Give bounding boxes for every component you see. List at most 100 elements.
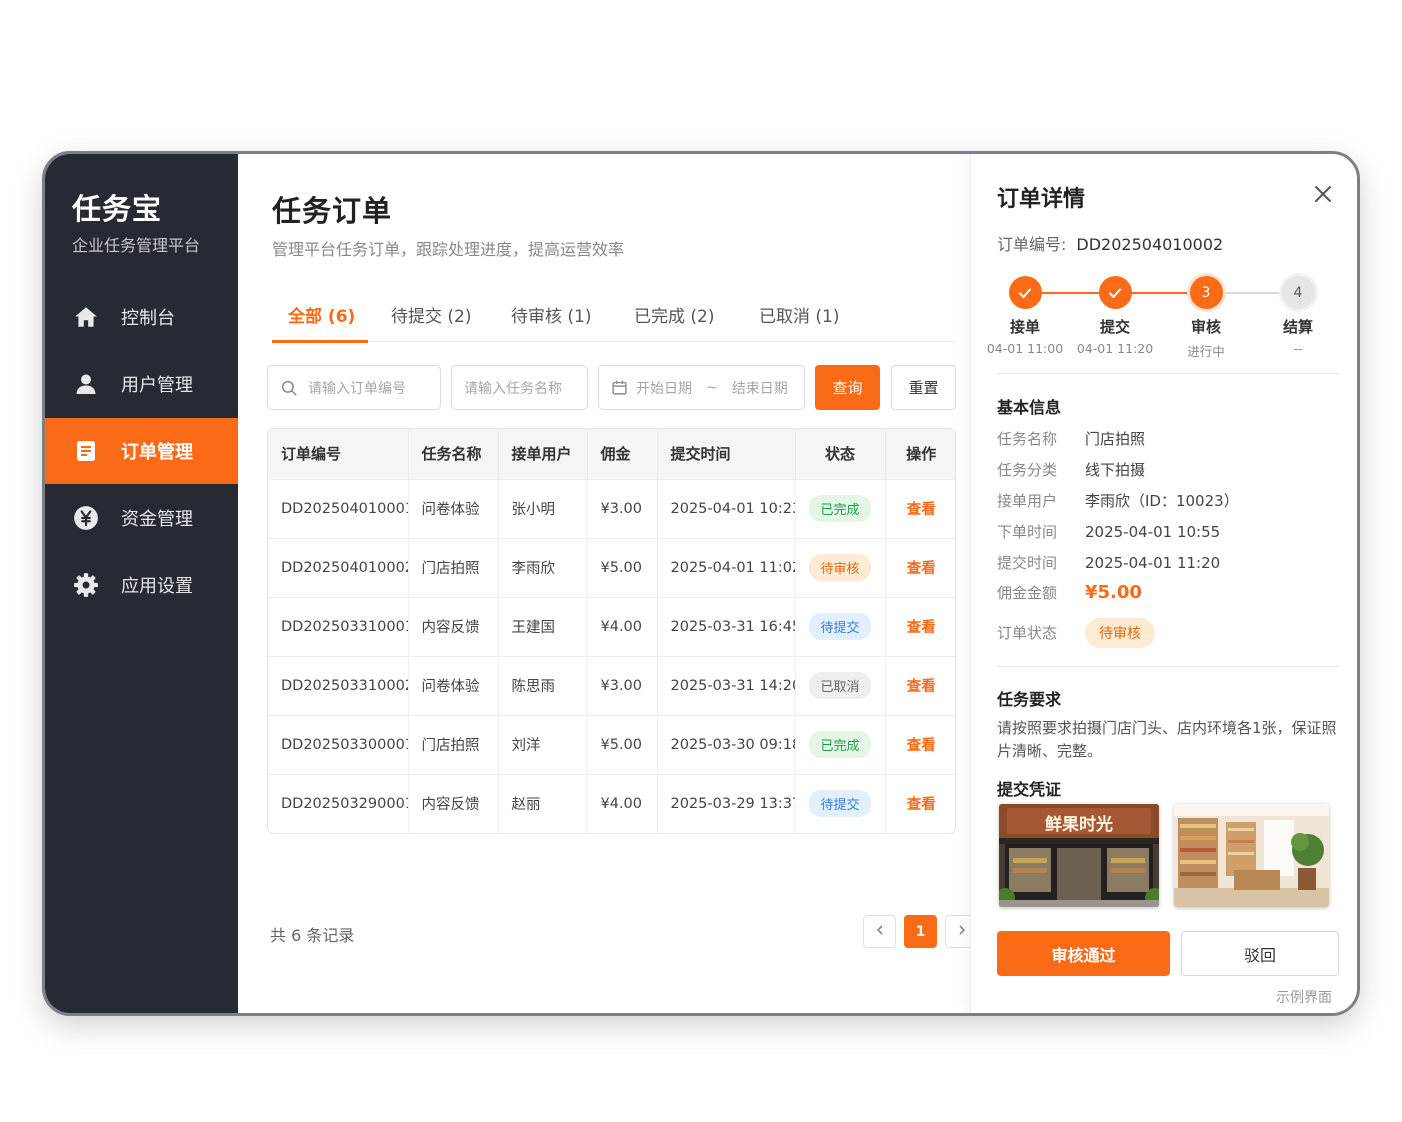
tab-pending-submit[interactable]: 待提交 (2) xyxy=(391,302,471,327)
info-submit-time: 提交时间 2025-04-01 11:20 xyxy=(997,552,1220,573)
submit-time-cell: 2025-04-01 11:02 xyxy=(657,537,796,597)
status-badge: 待审核 xyxy=(809,554,871,581)
info-commission: 佣金金额 ¥5.00 xyxy=(997,582,1142,603)
sidebar-item-settings[interactable]: 应用设置 xyxy=(45,552,238,618)
sidebar-item-finance[interactable]: 资金管理 xyxy=(45,485,238,551)
info-order-status: 订单状态 待审核 xyxy=(997,618,1155,648)
action-cell: 查看 xyxy=(885,714,955,774)
requirements-text: 请按照要求拍摄门店门头、店内环境各1张，保证照片清晰、完整。 xyxy=(997,719,1337,760)
status-cell: 已完成 xyxy=(795,478,886,538)
column-header: 状态 xyxy=(795,429,886,479)
task-name-cell: 问卷体验 xyxy=(408,655,499,715)
step-time: 04-01 11:00 xyxy=(986,341,1064,356)
view-link[interactable]: 查看 xyxy=(907,561,936,577)
status-badge: 待提交 xyxy=(809,613,871,640)
reset-button[interactable]: 重置 xyxy=(891,365,956,410)
task-name-cell: 内容反馈 xyxy=(408,773,499,833)
info-order-time: 下单时间 2025-04-01 10:55 xyxy=(997,521,1220,542)
task-name-cell: 问卷体验 xyxy=(408,478,499,538)
commission-cell: ¥4.00 xyxy=(587,773,658,833)
view-link[interactable]: 查看 xyxy=(907,679,936,695)
sidebar: 任务宝 企业任务管理平台 控制台 用户管理 订单管理 资金管理 应用设置 xyxy=(45,154,238,1013)
detail-title: 订单详情 xyxy=(997,187,1086,212)
end-date-placeholder: 结束日期 xyxy=(731,380,788,397)
approve-button[interactable]: 审核通过 xyxy=(997,931,1170,976)
order-number-label: 订单编号: xyxy=(997,235,1067,254)
interior-photo[interactable] xyxy=(1174,804,1329,907)
gear-icon xyxy=(73,572,99,598)
action-cell: 查看 xyxy=(885,596,955,656)
progress-steps: 接单 04-01 11:00 提交 04-01 11:20 3 审核 进行中 4… xyxy=(987,276,1327,371)
storefront-photo[interactable]: 鲜果时光 xyxy=(999,804,1159,907)
column-header: 订单编号 xyxy=(268,429,409,479)
info-key: 任务分类 xyxy=(997,461,1058,479)
close-icon[interactable] xyxy=(1311,182,1335,206)
user-cell: 张小明 xyxy=(498,478,588,538)
prev-page-button[interactable] xyxy=(863,915,896,948)
reject-button[interactable]: 驳回 xyxy=(1181,931,1339,976)
info-user: 接单用户 李雨欣（ID：10023） xyxy=(997,490,1239,511)
total-records: 共 6 条记录 xyxy=(270,926,355,945)
status-tabs: 全部 (6) 待提交 (2) 待审核 (1) 已完成 (2) 已取消 (1) xyxy=(272,290,956,343)
step-time: 进行中 xyxy=(1187,344,1225,359)
commission-cell: ¥3.00 xyxy=(587,478,658,538)
column-header: 接单用户 xyxy=(498,429,588,479)
info-key: 订单状态 xyxy=(997,624,1058,642)
sidebar-item-label: 用户管理 xyxy=(121,375,193,396)
home-icon xyxy=(73,304,99,330)
query-button[interactable]: 查询 xyxy=(815,365,880,410)
sidebar-item-users[interactable]: 用户管理 xyxy=(45,351,238,417)
sidebar-item-label: 应用设置 xyxy=(121,576,193,597)
action-cell: 查看 xyxy=(885,655,955,715)
table-row: DD202504010002 门店拍照 李雨欣 ¥5.00 2025-04-01 11:… xyxy=(268,537,955,597)
order-detail-panel: 订单详情 订单编号: DD202504010002 接单 04-01 11:00 xyxy=(970,154,1357,1013)
submit-time-cell: 2025-03-31 16:45 xyxy=(657,596,796,656)
commission-cell: ¥4.00 xyxy=(587,596,658,656)
sidebar-item-orders[interactable]: 订单管理 xyxy=(45,418,238,484)
tab-all[interactable]: 全部 (6) xyxy=(288,302,355,327)
tab-pending-review[interactable]: 待审核 (1) xyxy=(511,302,591,327)
date-range-picker[interactable]: 开始日期 ~ 结束日期 xyxy=(598,365,805,410)
order-id-cell: DD202503300001 xyxy=(268,714,409,774)
column-header: 操作 xyxy=(885,429,955,479)
order-number-input[interactable]: 请输入订单编号 xyxy=(267,365,441,410)
commission-cell: ¥3.00 xyxy=(587,655,658,715)
info-task-category: 任务分类 线下拍摄 xyxy=(997,459,1145,480)
page-1-button[interactable]: 1 xyxy=(904,915,937,948)
step-settle: 4 结算 -- xyxy=(1258,276,1338,356)
status-badge: 已完成 xyxy=(809,731,871,758)
action-cell: 查看 xyxy=(885,537,955,597)
table-row: DD202503290001 内容反馈 赵丽 ¥4.00 2025-03-29 13:3… xyxy=(268,773,955,833)
chevron-right-icon xyxy=(956,924,968,940)
tab-completed[interactable]: 已完成 (2) xyxy=(634,302,714,327)
check-icon xyxy=(1098,276,1132,309)
info-key: 提交时间 xyxy=(997,554,1058,572)
info-value: 李雨欣（ID：10023） xyxy=(1085,492,1239,510)
info-value: 2025-04-01 11:20 xyxy=(1085,554,1221,572)
view-link[interactable]: 查看 xyxy=(907,502,936,518)
divider xyxy=(997,666,1339,667)
commission-cell: ¥5.00 xyxy=(587,714,658,774)
sidebar-item-label: 资金管理 xyxy=(121,509,193,530)
view-link[interactable]: 查看 xyxy=(907,620,936,636)
info-key: 任务名称 xyxy=(997,430,1058,448)
action-cell: 查看 xyxy=(885,478,955,538)
view-link[interactable]: 查看 xyxy=(907,797,936,813)
orders-table: 订单编号 任务名称 接单用户 佣金 提交时间 状态 操作 DD202504010… xyxy=(267,428,956,834)
column-header: 任务名称 xyxy=(408,429,499,479)
step-submit: 提交 04-01 11:20 xyxy=(1075,276,1155,356)
chevron-left-icon xyxy=(874,924,886,940)
page-title: 任务订单 xyxy=(272,194,393,228)
basic-info-title: 基本信息 xyxy=(997,398,1062,417)
status-cell: 已取消 xyxy=(795,655,886,715)
view-link[interactable]: 查看 xyxy=(907,738,936,754)
order-id-cell: DD202503290001 xyxy=(268,773,409,833)
tab-cancelled[interactable]: 已取消 (1) xyxy=(759,302,839,327)
app-window: 任务宝 企业任务管理平台 控制台 用户管理 订单管理 资金管理 应用设置 任务订… xyxy=(42,151,1360,1016)
step-label: 结算 xyxy=(1282,318,1313,336)
order-id-cell: DD202504010001 xyxy=(268,478,409,538)
sidebar-item-dashboard[interactable]: 控制台 xyxy=(45,284,238,350)
submit-time-cell: 2025-04-01 10:23 xyxy=(657,478,796,538)
column-header: 提交时间 xyxy=(657,429,796,479)
task-name-input[interactable]: 请输入任务名称 xyxy=(451,365,588,410)
